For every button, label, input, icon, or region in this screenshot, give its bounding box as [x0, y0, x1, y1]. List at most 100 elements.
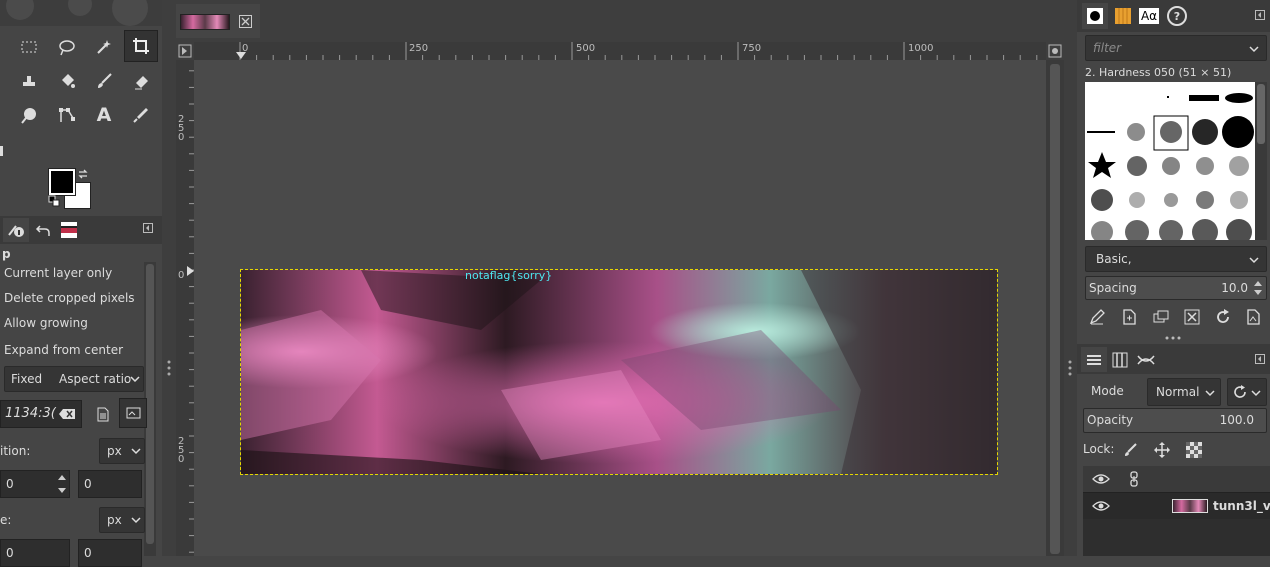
clear-icon[interactable] — [57, 407, 77, 421]
decrement-icon[interactable] — [55, 484, 69, 497]
chevron-down-icon — [1204, 387, 1216, 399]
image-tab[interactable] — [176, 4, 260, 38]
fonts-tab-icon[interactable]: Aα — [1136, 3, 1162, 29]
chevron-down-icon — [1250, 387, 1262, 399]
default-colors-icon[interactable] — [47, 194, 61, 208]
increment-icon[interactable] — [55, 471, 69, 484]
open-brush-as-image-icon[interactable] — [1242, 306, 1264, 328]
eraser-icon[interactable] — [126, 66, 156, 96]
tool-group-marker — [0, 146, 3, 156]
spacing-slider[interactable]: Spacing 10.0 — [1085, 276, 1267, 300]
size-y-spinner[interactable]: 0 — [78, 539, 142, 567]
foreground-color-swatch[interactable] — [48, 168, 76, 196]
duplicate-brush-icon[interactable] — [1150, 306, 1172, 328]
brush-tag-select[interactable]: Basic, — [1085, 246, 1267, 272]
paintbrush-icon[interactable] — [89, 66, 119, 96]
edit-brush-icon[interactable] — [1086, 306, 1108, 328]
option-current-layer-only[interactable]: Current layer only — [4, 262, 112, 284]
image-tab-bar — [176, 0, 1077, 42]
option-expand-from-center[interactable]: Expand from center — [4, 339, 123, 361]
channels-tab-icon[interactable] — [1107, 347, 1133, 372]
lock-pixels-icon[interactable] — [1121, 440, 1141, 460]
ratio-input[interactable]: 1134:3( — [0, 400, 82, 428]
path-icon[interactable] — [52, 100, 82, 130]
lock-alpha-icon[interactable] — [1184, 440, 1204, 460]
h-ruler-label-1000: 1000 — [908, 43, 934, 54]
panel-menu-icon[interactable] — [142, 222, 154, 234]
refresh-icon — [1232, 384, 1248, 400]
position-y-spinner[interactable]: 0 — [78, 470, 142, 498]
brush-grid-scrollbar[interactable] — [1255, 82, 1267, 240]
brush-name: 2. Hardness 050 (51 × 51) — [1085, 66, 1232, 79]
swap-colors-icon[interactable] — [76, 168, 90, 180]
images-icon[interactable] — [57, 218, 81, 242]
panel-menu-icon[interactable] — [1254, 353, 1266, 365]
brush-filter-select[interactable]: filter — [1085, 35, 1267, 61]
fonts-tab-glyph: Aα — [1138, 8, 1160, 24]
wilber-banner — [0, 0, 162, 26]
spacing-label: Spacing — [1089, 281, 1137, 295]
free-select-icon[interactable] — [52, 32, 82, 62]
ruler-corner[interactable] — [176, 42, 194, 60]
size-y-value: 0 — [84, 546, 92, 560]
option-delete-cropped-pixels[interactable]: Delete cropped pixels — [4, 287, 135, 309]
delete-brush-icon[interactable] — [1181, 306, 1203, 328]
vertical-ruler[interactable]: 2 5 0 0 2 5 0 — [176, 60, 195, 556]
opacity-slider[interactable]: Opacity 100.0 — [1083, 408, 1267, 433]
pink-rock-thumbnail — [180, 14, 230, 30]
h-ruler-label-500: 500 — [576, 43, 596, 54]
size-x-spinner[interactable]: 0 — [0, 539, 70, 567]
rect-select-icon[interactable] — [14, 32, 44, 62]
zoom-navigate-icon[interactable] — [1046, 42, 1064, 60]
landscape-icon[interactable] — [119, 398, 147, 428]
v-ruler-label-0b: 0 — [178, 454, 185, 465]
text-icon[interactable]: A — [89, 100, 119, 130]
patterns-tab-icon[interactable] — [1110, 3, 1136, 29]
chevron-down-icon — [130, 445, 142, 457]
heal-icon[interactable] — [14, 100, 44, 130]
brush-grid[interactable] — [1085, 82, 1255, 240]
position-x-value: 0 — [6, 477, 14, 491]
crop-icon[interactable] — [124, 30, 158, 62]
position-x-spinner[interactable]: 0 — [0, 470, 70, 498]
smudge-icon[interactable] — [14, 66, 44, 96]
color-picker-icon[interactable] — [126, 100, 156, 130]
layer-row[interactable]: tunn3l_v1s — [1083, 493, 1270, 519]
spinner-icon[interactable] — [1252, 277, 1264, 299]
chevron-down-icon — [129, 373, 141, 385]
panel-menu-icon[interactable] — [1254, 9, 1266, 21]
layers-tab-icon[interactable] — [1081, 347, 1107, 372]
size-unit-select[interactable]: px — [99, 507, 145, 533]
undo-history-icon[interactable] — [31, 218, 55, 242]
refresh-brushes-icon[interactable] — [1212, 306, 1234, 328]
ratio-value: 1134:3( — [5, 406, 56, 421]
help-tab-icon[interactable]: ? — [1164, 3, 1190, 29]
close-icon[interactable] — [238, 14, 252, 28]
paint-bucket-icon[interactable] — [52, 66, 82, 96]
option-allow-growing[interactable]: Allow growing — [4, 312, 88, 334]
tool-options-icon[interactable] — [3, 218, 29, 242]
composite-mode-select[interactable] — [1227, 378, 1267, 406]
fixed-mode-select[interactable]: Fixed Aspect ratio — [4, 366, 144, 392]
brushes-tab-icon[interactable] — [1082, 3, 1108, 29]
paths-tab-icon[interactable] — [1133, 347, 1159, 372]
horizontal-ruler[interactable]: 0 250 500 750 1000 — [194, 42, 1046, 61]
left-dock-separator[interactable] — [162, 0, 176, 556]
fuzzy-select-icon[interactable] — [89, 32, 119, 62]
image-canvas[interactable]: notaflag{sorry} — [240, 269, 998, 475]
h-ruler-label-750: 750 — [742, 43, 762, 54]
right-dock-separator[interactable] — [1064, 0, 1077, 556]
chain-header-icon — [1125, 470, 1143, 488]
new-brush-icon[interactable] — [1118, 306, 1140, 328]
lock-position-icon[interactable] — [1152, 440, 1172, 460]
visibility-eye-icon[interactable] — [1091, 497, 1111, 515]
layers-list: tunn3l_v1s — [1083, 466, 1270, 556]
opacity-value: 100.0 — [1219, 413, 1254, 427]
dock-splitter[interactable] — [1077, 333, 1270, 343]
position-label: ition: — [0, 444, 31, 458]
canvas-vertical-scrollbar[interactable] — [1046, 60, 1064, 556]
ruler-pointer-v — [187, 266, 194, 276]
position-unit-select[interactable]: px — [99, 438, 145, 464]
portrait-icon[interactable] — [90, 400, 116, 428]
mode-select[interactable]: Normal — [1147, 378, 1221, 406]
